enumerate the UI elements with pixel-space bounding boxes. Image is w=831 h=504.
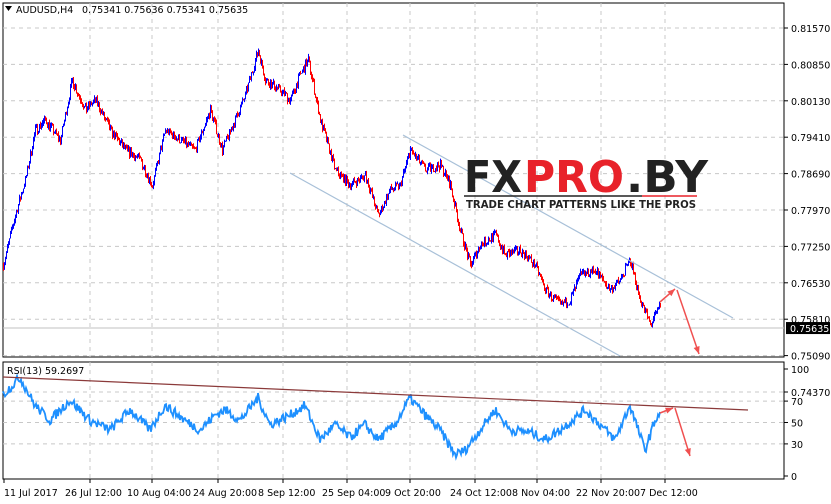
y-tick-label: 0.77970 bbox=[791, 206, 830, 217]
x-tick-label: 25 Sep 04:00 bbox=[322, 488, 385, 499]
y-tick-label: 0.80130 bbox=[791, 97, 830, 108]
x-tick-label: 8 Nov 04:00 bbox=[512, 488, 570, 499]
y-tick-label: 0.79410 bbox=[791, 133, 830, 144]
channel-upper-line bbox=[402, 134, 734, 319]
forecast-down-arrow-head-icon bbox=[693, 346, 700, 354]
y-tick-label: 0.75090 bbox=[791, 352, 830, 363]
x-tick-label: 7 Dec 12:00 bbox=[640, 488, 698, 499]
rsi-line bbox=[2, 373, 661, 461]
y-tick-label: 0.76530 bbox=[791, 279, 830, 290]
y-tick-label: 0.77250 bbox=[791, 242, 830, 253]
rsi-down-arrow bbox=[674, 407, 691, 457]
rsi-down-arrow-head-icon bbox=[684, 448, 691, 456]
x-tick-label: 26 Jul 12:00 bbox=[65, 488, 122, 499]
y-tick-label: 0.81570 bbox=[791, 24, 830, 35]
x-tick-label: 10 Aug 04:00 bbox=[127, 488, 191, 499]
rsi-tick-label: 70 bbox=[791, 397, 803, 408]
forecast-down-arrow bbox=[676, 289, 700, 355]
x-tick-label: 24 Oct 12:00 bbox=[450, 488, 512, 499]
x-tick-label: 8 Sep 12:00 bbox=[258, 488, 315, 499]
chart-canvas[interactable]: 11 Jul 2017 26 Jul 12:00 10 Aug 04:00 24 Au… bbox=[0, 0, 831, 504]
rsi-tick-label: 0 bbox=[791, 472, 797, 483]
y-tick-label: 0.80850 bbox=[791, 60, 830, 71]
main-pane-frame bbox=[2, 2, 785, 358]
candles bbox=[3, 48, 661, 328]
rsi-trend-line bbox=[2, 376, 749, 411]
y-tick-label: 0.78690 bbox=[791, 170, 830, 181]
rsi-tick-label: 100 bbox=[791, 365, 809, 376]
current-price-label: 0.75635 bbox=[790, 324, 829, 335]
x-tick-label: 11 Jul 2017 bbox=[4, 488, 58, 499]
rsi-up-arrow-head-icon bbox=[665, 407, 673, 414]
chart-window: 11 Jul 2017 26 Jul 12:00 10 Aug 04:00 24 Au… bbox=[0, 0, 831, 504]
x-tick-label: 24 Aug 20:00 bbox=[193, 488, 257, 499]
rsi-tick-label: 30 bbox=[791, 440, 803, 451]
rsi-tick-label: 50 bbox=[791, 419, 803, 430]
x-tick-label: 9 Oct 20:00 bbox=[385, 488, 441, 499]
x-tick-label: 22 Nov 20:00 bbox=[576, 488, 640, 499]
